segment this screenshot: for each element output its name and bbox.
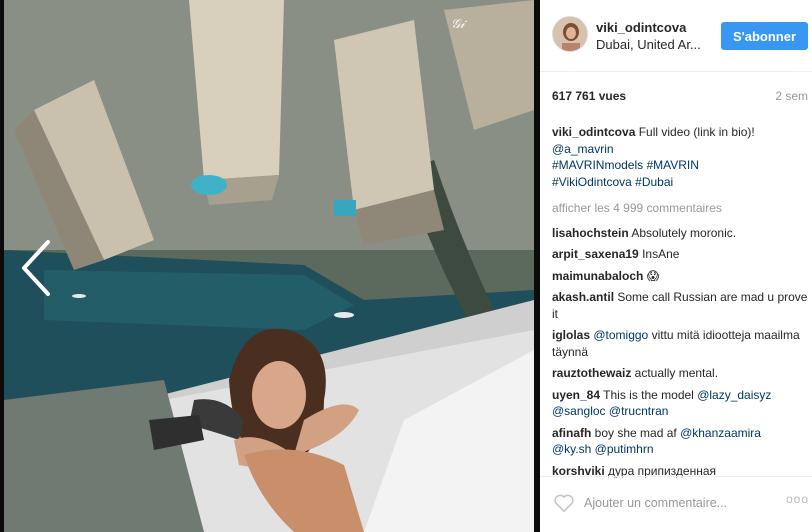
previous-post-button[interactable] [18,238,58,298]
more-options-button[interactable]: ooo [786,492,809,506]
comment-mention[interactable]: @khanzaamira [680,426,761,440]
caption-hashtags[interactable]: #MAVRINmodels #MAVRIN [552,158,699,172]
rooftop-photo-illustration: 𝒢𝒾 [4,0,534,532]
comment-mention[interactable]: @putimhrn [595,442,654,456]
comment-username[interactable]: maimunabaloch [552,269,643,283]
caption-hashtags[interactable]: #VikiOdintcova #Dubai [552,175,673,189]
comment-text: This is the model [600,387,698,402]
comment-text: actually mental. [631,366,719,380]
comment-mention[interactable]: @trucntran [609,404,669,418]
comment-item: akash.antil Some call Russian are mad u … [552,289,808,322]
comment-text: 😱 [643,268,660,283]
comment-item: uyen_84 This is the model @lazy_daisyz @… [552,387,808,420]
comment-item: arpit_saxena19 InsAne [552,246,808,263]
heart-outline-icon [554,494,574,512]
post-stats: 617 761 vues 2 sem [552,89,808,103]
comment-text: boy she mad af [591,425,681,440]
comment-username[interactable]: arpit_saxena19 [552,247,639,261]
post-header: viki_odintcova Dubai, United Ar... S'abo… [540,0,812,72]
caption-username[interactable]: viki_odintcova [552,125,635,139]
comment-item: rauztothewaiz actually mental. [552,365,808,382]
like-button[interactable] [553,493,575,513]
add-comment-input[interactable] [584,492,774,514]
post-photo[interactable]: 𝒢𝒾 [4,0,534,532]
comment-text: Absolutely moronic. [628,225,737,240]
comment-item: iglolas @tomiggo vittu mitä idiootteja m… [552,327,808,360]
comment-username[interactable]: rauztothewaiz [552,366,631,380]
location-link[interactable]: Dubai, United Ar... [596,37,701,52]
comment-username[interactable]: lisahochstein [552,226,629,240]
comment-item: lisahochstein Absolutely moronic. [552,225,808,242]
comments-list: viki_odintcova Full video (link in bio)!… [552,124,808,484]
avatar[interactable] [552,16,588,52]
caption-text: Full video (link in bio)! [635,125,755,139]
comment-footer: ooo [540,476,812,532]
comment-mention[interactable]: @sangloc [552,404,606,418]
comment-mention[interactable]: @tomiggo [593,328,648,342]
post-side-panel: viki_odintcova Dubai, United Ar... S'abo… [540,0,812,532]
comment-username[interactable]: afinafh [552,426,591,440]
post-time[interactable]: 2 sem [775,89,808,103]
follow-button[interactable]: S'abonner [721,22,808,50]
comment-text: InsAne [638,247,680,261]
caption-mention[interactable]: @a_mavrin [552,142,614,156]
comment-item: afinafh boy she mad af @khanzaamira @ky.… [552,425,808,458]
caption: viki_odintcova Full video (link in bio)!… [552,124,808,190]
comment-username[interactable]: iglolas [552,328,590,342]
view-count: 617 761 vues [552,89,627,103]
comment-mention[interactable]: @ky.sh [552,442,591,456]
comment-item: maimunabaloch 😱 [552,268,808,285]
username-link[interactable]: viki_odintcova [596,20,686,35]
comment-text: vittu mitä idiootteja maailma täynnä [552,328,800,359]
load-more-comments[interactable]: afficher les 4 999 commentaires [552,200,808,217]
comment-username[interactable]: akash.antil [552,290,614,304]
comment-mention[interactable]: @lazy_daisyz [697,388,771,402]
avatar-image [553,17,587,51]
comment-username[interactable]: uyen_84 [552,388,600,402]
chevron-left-icon [22,240,50,296]
